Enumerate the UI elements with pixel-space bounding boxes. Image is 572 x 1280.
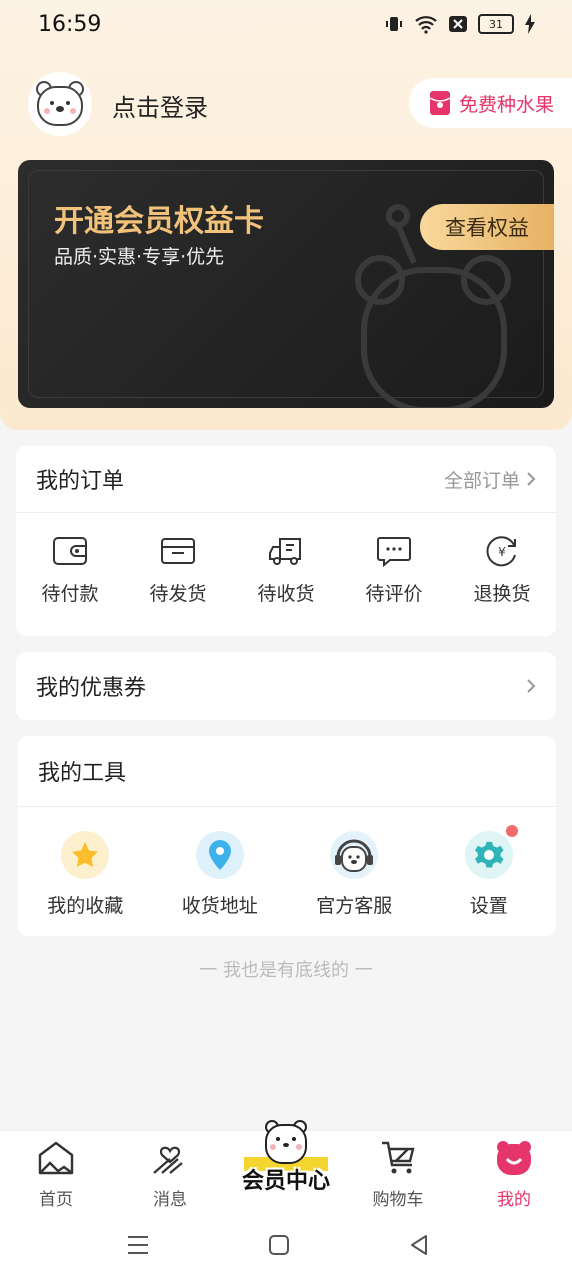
tools-card: 我的工具 我的收藏 收货地址 官方客服 设置 bbox=[18, 736, 556, 936]
order-label: 待发货 bbox=[149, 583, 207, 605]
login-link[interactable]: 点击登录 bbox=[112, 88, 208, 123]
bear-face-icon bbox=[497, 1141, 531, 1175]
wallet-icon bbox=[53, 537, 87, 565]
star-icon bbox=[61, 831, 110, 879]
tool-label: 收货地址 bbox=[181, 895, 258, 917]
tab-label: 购物车 bbox=[372, 1190, 424, 1210]
charging-icon bbox=[525, 14, 535, 34]
coupons-row: 我的优惠券 bbox=[16, 652, 556, 720]
vip-title: 开通会员权益卡 bbox=[54, 204, 264, 239]
cart-icon bbox=[382, 1141, 415, 1174]
orders-card: 我的订单 全部订单 待付款 待发货 待收货 待评价 ¥ 退换货 bbox=[16, 446, 556, 636]
tab-cart[interactable]: 购物车 bbox=[348, 1139, 448, 1210]
bottom-tab-bar: 首页 消息 会员中心 购物车 我的 bbox=[0, 1120, 572, 1223]
chevron-right-icon bbox=[527, 679, 536, 693]
order-pending-payment[interactable]: 待付款 bbox=[25, 535, 115, 606]
tab-home[interactable]: 首页 bbox=[6, 1139, 106, 1210]
home-square-icon[interactable] bbox=[268, 1234, 290, 1256]
all-orders-label: 全部订单 bbox=[443, 469, 520, 492]
vip-card[interactable]: 开通会员权益卡 品质·实惠·专享·优先 查看权益 bbox=[18, 160, 554, 408]
free-fruit-button[interactable]: 免费种水果 bbox=[408, 78, 572, 128]
tools-title: 我的工具 bbox=[38, 761, 127, 786]
orders-title: 我的订单 bbox=[36, 469, 125, 494]
tool-customer-service[interactable]: 官方客服 bbox=[299, 831, 409, 918]
back-icon[interactable] bbox=[408, 1234, 430, 1256]
battery-level: 31 bbox=[489, 17, 503, 31]
tab-label: 我的 bbox=[497, 1190, 531, 1210]
vip-subtitle: 品质·实惠·专享·优先 bbox=[54, 246, 225, 268]
bear-avatar-icon bbox=[36, 81, 84, 126]
end-of-list-text: 一 我也是有底线的 一 bbox=[199, 960, 373, 981]
avatar[interactable] bbox=[28, 72, 92, 136]
location-pin-icon bbox=[195, 831, 244, 879]
tool-label: 我的收藏 bbox=[47, 895, 124, 917]
order-label: 待付款 bbox=[41, 583, 99, 605]
red-packet-icon bbox=[429, 91, 451, 115]
tab-label: 消息 bbox=[153, 1190, 187, 1210]
tools-header: 我的工具 bbox=[18, 736, 556, 807]
battery-icon: 31 bbox=[478, 14, 514, 34]
free-fruit-label: 免费种水果 bbox=[458, 93, 554, 116]
coupons-card[interactable]: 我的优惠券 bbox=[16, 652, 556, 720]
refund-icon: ¥ bbox=[486, 536, 516, 567]
menu-icon[interactable] bbox=[126, 1234, 150, 1256]
gear-icon bbox=[464, 831, 513, 879]
status-icons: 31 bbox=[384, 14, 536, 34]
box-icon bbox=[161, 538, 195, 564]
chevron-right-icon bbox=[527, 471, 536, 486]
order-label: 待评价 bbox=[365, 583, 423, 605]
tab-member-center[interactable]: 会员中心 bbox=[232, 1119, 340, 1195]
notification-dot bbox=[505, 825, 518, 837]
status-bar: 16:59 31 bbox=[0, 0, 572, 52]
status-time: 16:59 bbox=[38, 12, 102, 37]
no-sim-icon bbox=[449, 16, 467, 32]
orders-header: 我的订单 全部订单 bbox=[16, 446, 556, 513]
headset-bear-icon bbox=[330, 831, 379, 879]
tool-label: 设置 bbox=[469, 895, 508, 917]
tab-label: 首页 bbox=[39, 1190, 73, 1210]
order-status-row: 待付款 待发货 待收货 待评价 ¥ 退换货 bbox=[16, 513, 556, 606]
wifi-icon bbox=[415, 16, 437, 34]
tab-messages[interactable]: 消息 bbox=[120, 1139, 220, 1210]
svg-text:¥: ¥ bbox=[498, 545, 506, 559]
view-benefits-button[interactable]: 查看权益 bbox=[420, 204, 554, 250]
order-label: 待收货 bbox=[257, 583, 315, 605]
message-icon bbox=[153, 1146, 183, 1174]
tab-mine[interactable]: 我的 bbox=[464, 1139, 564, 1210]
chat-icon bbox=[377, 537, 411, 567]
order-returns[interactable]: ¥ 退换货 bbox=[457, 535, 547, 606]
order-pending-review[interactable]: 待评价 bbox=[349, 535, 439, 606]
tools-row: 我的收藏 收货地址 官方客服 设置 bbox=[18, 807, 556, 918]
tool-favorites[interactable]: 我的收藏 bbox=[30, 831, 140, 918]
system-nav-bar bbox=[0, 1222, 572, 1280]
all-orders-link[interactable]: 全部订单 bbox=[444, 466, 536, 493]
tool-label: 官方客服 bbox=[316, 895, 393, 917]
tab-label: 会员中心 bbox=[241, 1169, 330, 1194]
vibrate-icon bbox=[386, 17, 402, 31]
tool-address[interactable]: 收货地址 bbox=[165, 831, 275, 918]
order-pending-receipt[interactable]: 待收货 bbox=[241, 535, 331, 606]
order-pending-shipment[interactable]: 待发货 bbox=[133, 535, 223, 606]
coupons-title: 我的优惠券 bbox=[36, 676, 147, 701]
home-icon bbox=[38, 1141, 74, 1175]
truck-icon bbox=[269, 538, 301, 565]
order-label: 退换货 bbox=[473, 583, 531, 605]
tool-settings[interactable]: 设置 bbox=[434, 825, 544, 918]
